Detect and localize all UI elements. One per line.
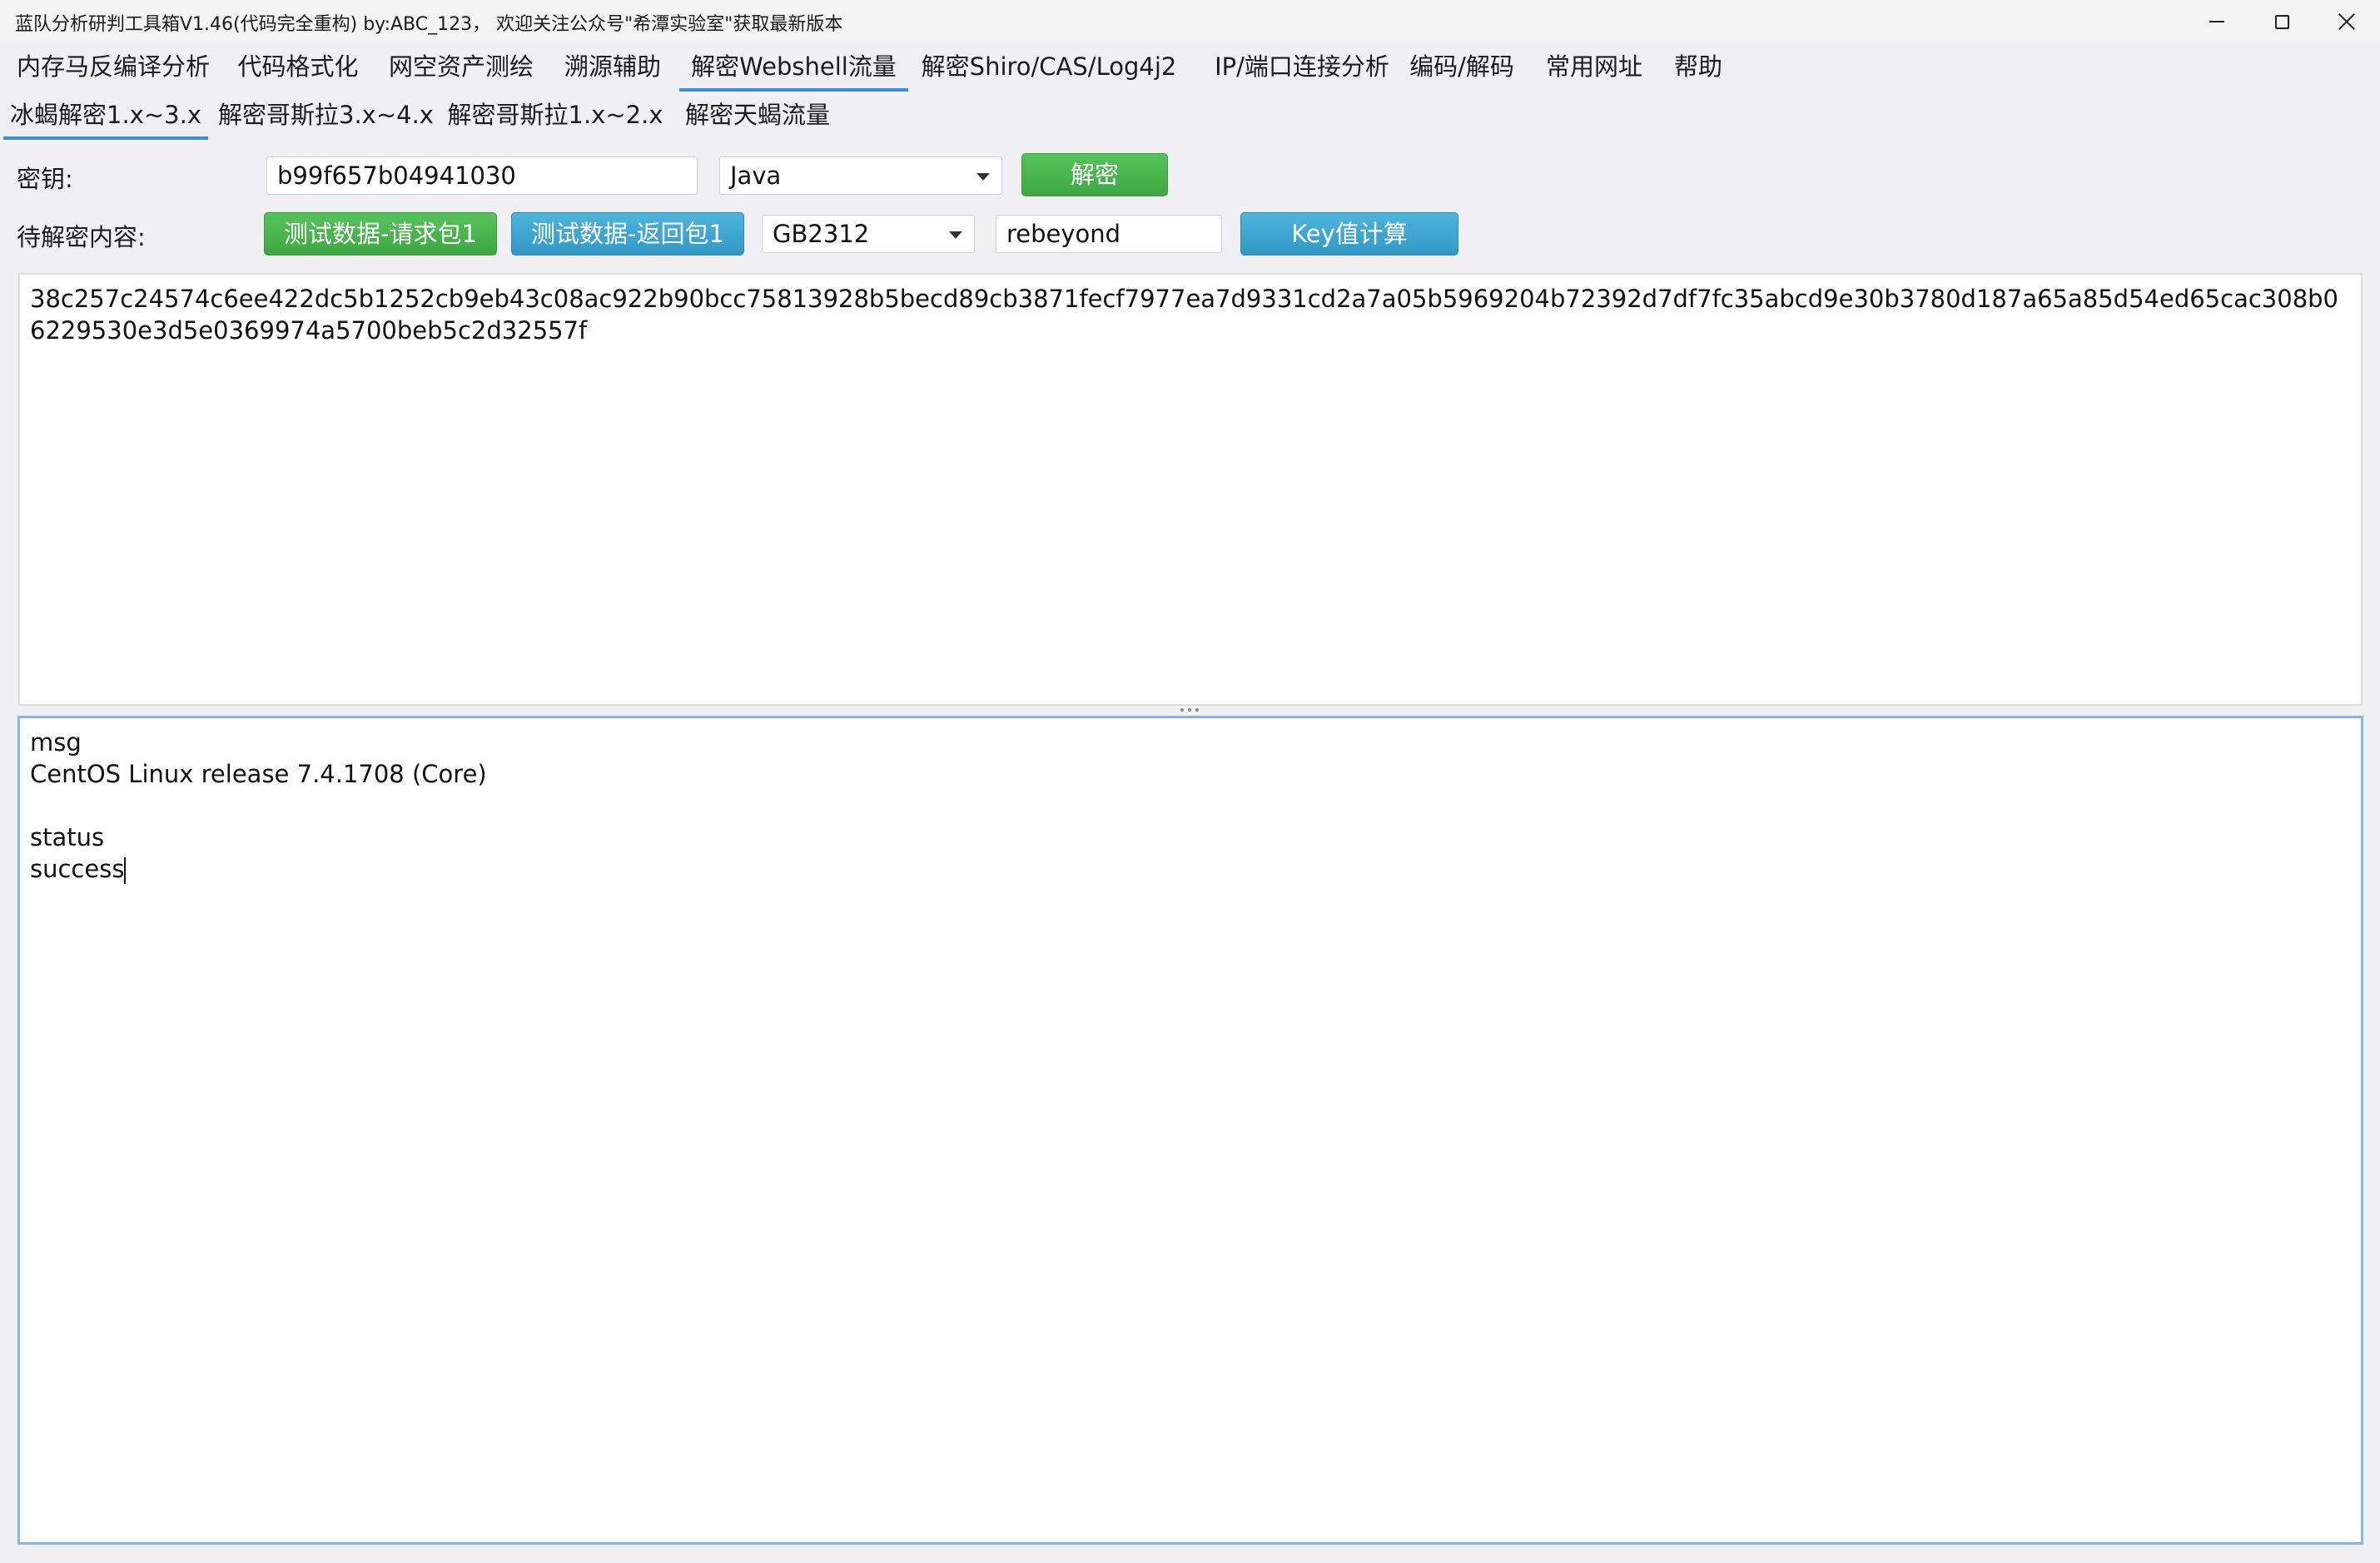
output-line: status: [30, 823, 105, 851]
test-response-button[interactable]: 测试数据-返回包1: [511, 212, 744, 256]
tab-asset-mapping[interactable]: 网空资产测绘: [378, 43, 544, 92]
key-calc-button[interactable]: Key值计算: [1240, 212, 1458, 256]
maximize-button[interactable]: [2249, 0, 2314, 43]
tab-trace-assist[interactable]: 溯源辅助: [551, 43, 674, 92]
tab-code-format[interactable]: 代码格式化: [223, 43, 373, 92]
app-window: 蓝队分析研判工具箱V1.46(代码完全重构) by:ABC_123， 欢迎关注公…: [0, 0, 2380, 1563]
subtab-behinder[interactable]: 冰蝎解密1.x~3.x: [3, 92, 208, 140]
subtab-godzilla-1-2[interactable]: 解密哥斯拉1.x~2.x: [446, 92, 664, 140]
key-input[interactable]: b99f657b04941030: [266, 156, 698, 195]
minimize-icon: [2209, 21, 2224, 22]
text-caret: [124, 857, 127, 884]
content-label: 待解密内容:: [17, 223, 146, 251]
language-select[interactable]: Java: [719, 156, 1002, 195]
tab-common-urls[interactable]: 常用网址: [1540, 43, 1648, 92]
password-input[interactable]: rebeyond: [996, 215, 1222, 253]
key-label: 密钥:: [17, 165, 73, 193]
output-line: CentOS Linux release 7.4.1708 (Core): [30, 760, 487, 788]
sub-tab-bar: 冰蝎解密1.x~3.x 解密哥斯拉3.x~4.x 解密哥斯拉1.x~2.x 解密…: [0, 92, 2380, 140]
maximize-icon: [2274, 14, 2289, 29]
splitter-handle[interactable]: [1180, 708, 1199, 713]
title-bar: 蓝队分析研判工具箱V1.46(代码完全重构) by:ABC_123， 欢迎关注公…: [0, 0, 2380, 43]
encoding-select-value: GB2312: [773, 220, 870, 248]
tab-decrypt-shiro[interactable]: 解密Shiro/CAS/Log4j2: [916, 43, 1182, 92]
plaintext-output-textarea[interactable]: msg CentOS Linux release 7.4.1708 (Core)…: [17, 716, 2363, 1545]
ciphertext-textarea[interactable]: 38c257c24574c6ee422dc5b1252cb9eb43c08ac9…: [18, 273, 2363, 706]
chevron-down-icon: [976, 173, 990, 181]
main-tab-bar: 内存马反编译分析 代码格式化 网空资产测绘 溯源辅助 解密Webshell流量 …: [0, 43, 2380, 92]
subtab-tianxie[interactable]: 解密天蝎流量: [681, 92, 834, 140]
ciphertext-content: 38c257c24574c6ee422dc5b1252cb9eb43c08ac9…: [30, 285, 2338, 345]
tab-encode-decode[interactable]: 编码/解码: [1404, 43, 1520, 92]
test-request-button[interactable]: 测试数据-请求包1: [264, 212, 497, 256]
output-line: success: [30, 855, 125, 883]
chevron-down-icon: [949, 231, 962, 239]
window-title: 蓝队分析研判工具箱V1.46(代码完全重构) by:ABC_123， 欢迎关注公…: [15, 14, 843, 35]
tab-decrypt-webshell[interactable]: 解密Webshell流量: [679, 43, 908, 92]
decrypt-button[interactable]: 解密: [1021, 153, 1168, 196]
close-icon: [2338, 12, 2356, 31]
tab-memshell-decompile[interactable]: 内存马反编译分析: [5, 43, 221, 92]
tab-ip-port[interactable]: IP/端口连接分析: [1192, 43, 1412, 92]
output-line: msg: [30, 728, 82, 757]
minimize-button[interactable]: [2184, 0, 2249, 43]
subtab-godzilla-3-4[interactable]: 解密哥斯拉3.x~4.x: [218, 92, 434, 140]
close-button[interactable]: [2314, 0, 2379, 43]
tab-help[interactable]: 帮助: [1667, 43, 1730, 92]
language-select-value: Java: [730, 161, 782, 190]
encoding-select[interactable]: GB2312: [762, 215, 975, 253]
